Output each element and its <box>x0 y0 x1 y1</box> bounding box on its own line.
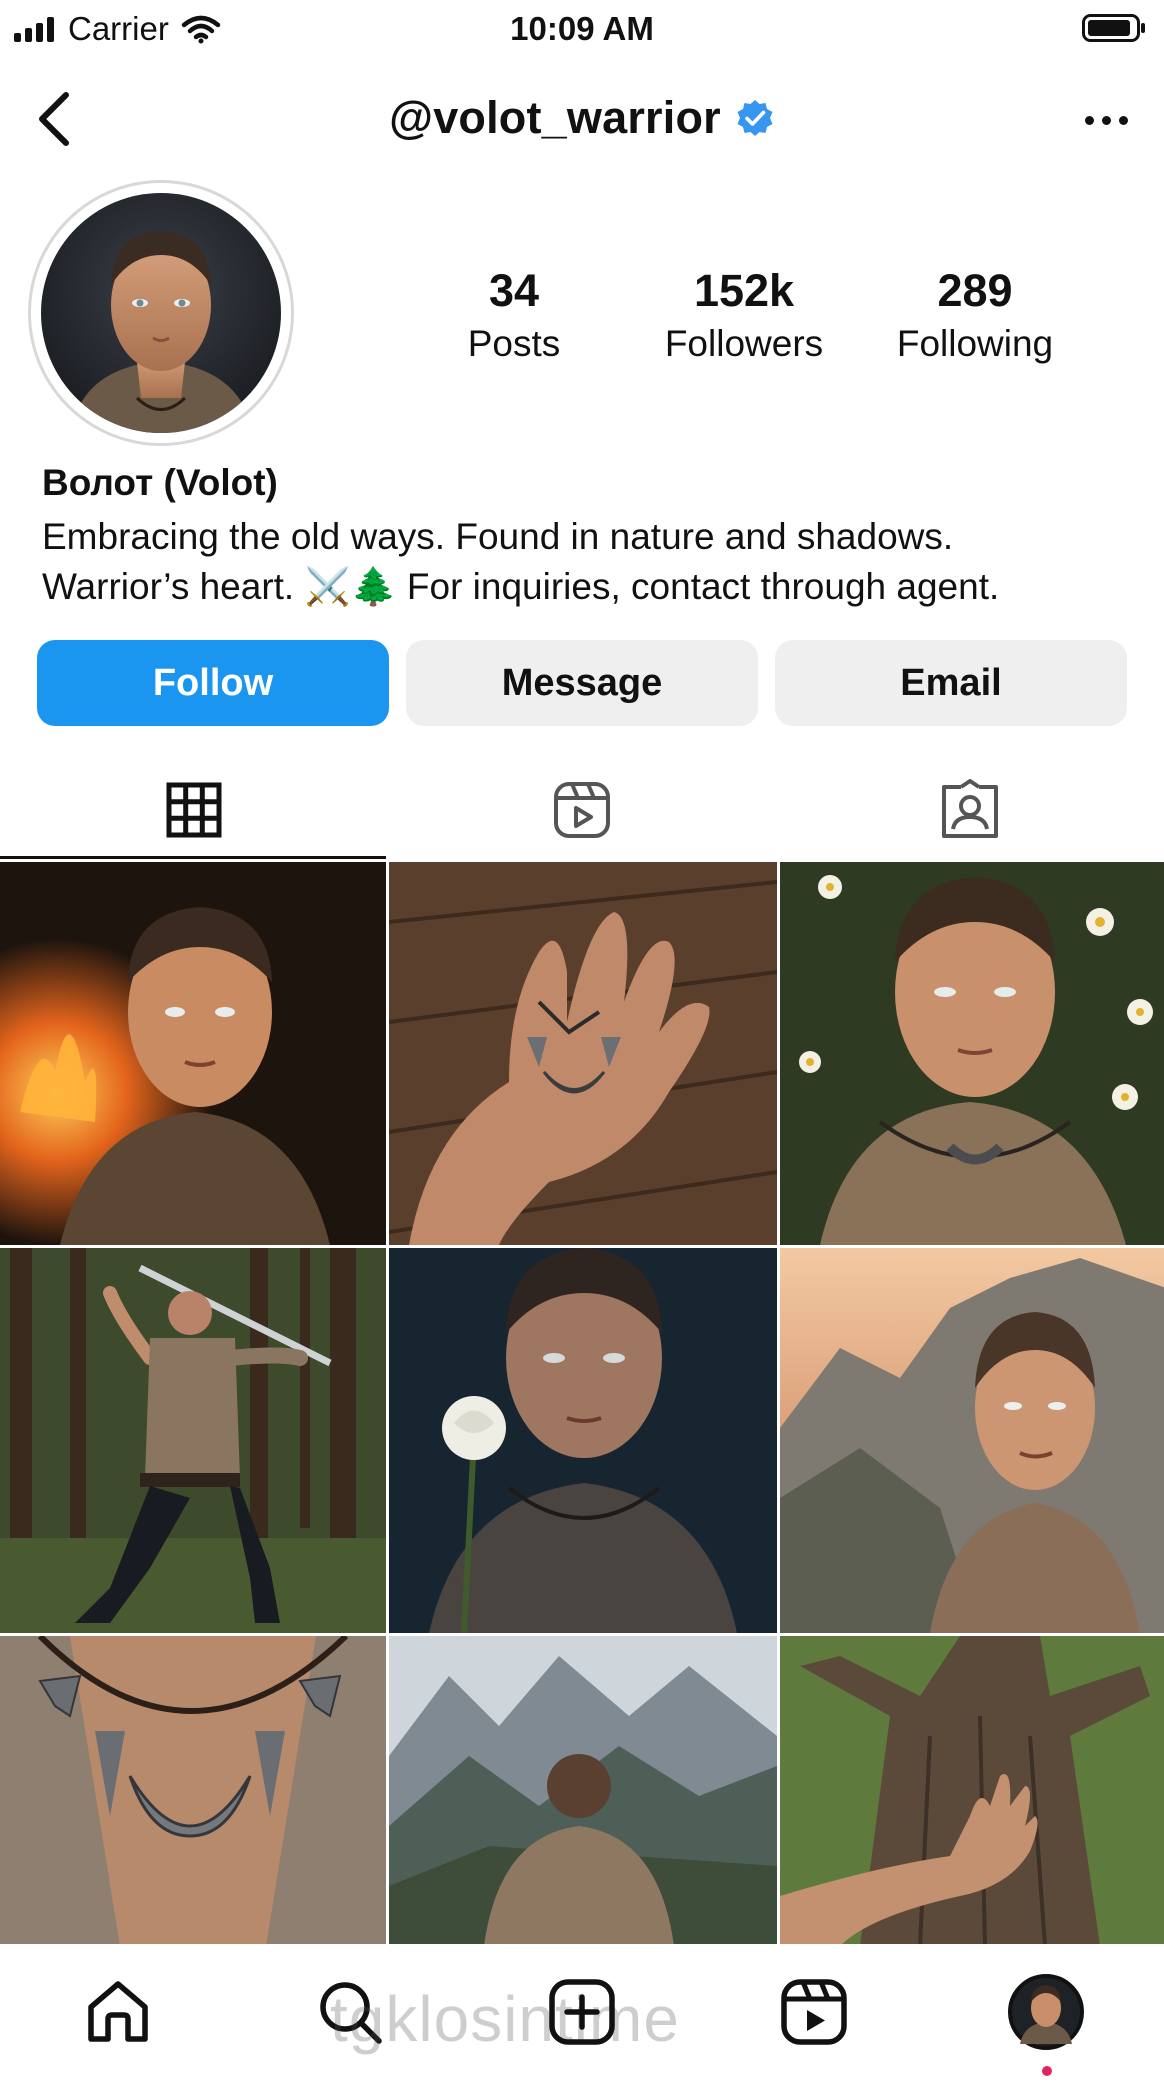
profile-header: @volot_warrior <box>0 60 1164 180</box>
post-image-mountains <box>389 1636 777 1944</box>
nav-home[interactable] <box>78 1972 158 2052</box>
grid-post[interactable] <box>780 862 1164 1245</box>
content-tabs <box>0 760 1164 860</box>
verified-badge-icon <box>737 100 773 136</box>
bio-line-2: Warrior’s heart. ⚔️🌲 For inquiries, cont… <box>42 566 1000 607</box>
following-label: Following <box>896 323 1054 364</box>
dot <box>1102 115 1111 125</box>
watermark-text: tgklosintime <box>330 1983 680 2055</box>
avatar-ring[interactable] <box>28 180 294 446</box>
post-image-necklace <box>0 1636 386 1944</box>
tab-reels[interactable] <box>388 760 776 860</box>
follow-button[interactable]: Follow <box>37 640 389 726</box>
status-time: 10:09 AM <box>510 10 654 47</box>
post-image-hand-pendant <box>389 862 777 1245</box>
post-image-rain-rose <box>389 1248 777 1633</box>
posts-label: Posts <box>467 323 561 364</box>
grid-post[interactable] <box>0 1636 386 1944</box>
post-image-sword-forest <box>0 1248 386 1633</box>
message-button[interactable]: Message <box>406 640 758 726</box>
tab-tagged[interactable] <box>776 760 1164 860</box>
tagged-icon <box>942 779 998 838</box>
followers-label: Followers <box>664 323 824 364</box>
posts-stat[interactable]: 34 Posts <box>404 265 624 365</box>
avatar-image <box>41 193 281 433</box>
profile-avatar <box>1008 1974 1084 2050</box>
handle-group: @volot_warrior <box>0 92 1164 144</box>
active-tab-indicator <box>0 856 386 859</box>
notification-dot <box>1042 2066 1052 2076</box>
following-count: 289 <box>937 265 1013 316</box>
grid-icon <box>166 782 222 838</box>
post-image-daisies <box>780 862 1164 1245</box>
home-icon <box>88 1981 148 2042</box>
email-button[interactable]: Email <box>775 640 1127 726</box>
profile-bio: Волот (Volot) Embracing the old ways. Fo… <box>42 462 1142 612</box>
grid-post[interactable] <box>389 1248 777 1633</box>
post-image-sunset-cliff <box>780 1248 1164 1633</box>
dot <box>1119 115 1128 125</box>
post-image-tree-bark <box>780 1636 1164 1944</box>
status-bar: Carrier 10:09 AM <box>0 0 1164 60</box>
create-icon <box>549 1979 615 2045</box>
battery-icon <box>1082 14 1145 42</box>
grid-post[interactable] <box>0 862 386 1245</box>
nav-reels[interactable] <box>774 1972 854 2052</box>
more-options-button[interactable] <box>1085 100 1128 140</box>
dot <box>1085 115 1094 125</box>
nav-profile[interactable] <box>1006 1972 1086 2052</box>
reels-icon <box>554 782 610 838</box>
tab-posts-grid[interactable] <box>0 760 388 860</box>
bio-line-1: Embracing the old ways. Found in nature … <box>42 516 954 557</box>
followers-count: 152k <box>693 265 795 316</box>
reels-icon <box>781 1979 847 2045</box>
post-image-campfire <box>0 862 386 1245</box>
profile-handle: @volot_warrior <box>389 92 721 143</box>
post-grid <box>0 862 1164 1944</box>
grid-post[interactable] <box>780 1248 1164 1633</box>
avatar <box>41 193 281 433</box>
grid-post[interactable] <box>0 1248 386 1633</box>
grid-post[interactable] <box>780 1636 1164 1944</box>
followers-stat[interactable]: 152k Followers <box>634 265 854 365</box>
profile-name: Волот (Volot) <box>42 462 278 503</box>
following-stat[interactable]: 289 Following <box>865 265 1085 365</box>
bottom-navigation: tgklosintime <box>0 1944 1164 2084</box>
grid-post[interactable] <box>389 862 777 1245</box>
nav-create[interactable] <box>542 1972 622 2052</box>
posts-count: 34 <box>488 265 540 316</box>
grid-post[interactable] <box>389 1636 777 1944</box>
